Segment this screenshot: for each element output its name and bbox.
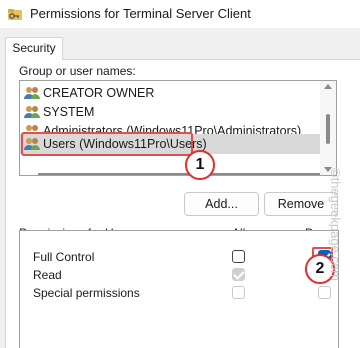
list-item-system[interactable]: SYSTEM (20, 102, 320, 121)
groups-label: Group or user names: (19, 64, 136, 78)
add-button[interactable]: Add... (184, 192, 259, 216)
window-title: Permissions for Terminal Server Client (30, 6, 251, 21)
special-deny-checkbox (318, 286, 331, 299)
scroll-thumb[interactable] (326, 114, 330, 144)
horizontal-scrollbar[interactable] (38, 173, 320, 175)
list-item-label: SYSTEM (43, 104, 95, 119)
vertical-scrollbar[interactable] (320, 81, 336, 175)
users-icon (24, 105, 40, 118)
full-control-allow-checkbox[interactable] (232, 250, 245, 263)
scroll-up-icon[interactable] (324, 84, 332, 89)
watermark-symbol: © (328, 168, 343, 178)
watermark: ©thegeekpage.com (328, 168, 343, 281)
permission-full-control: Full Control (33, 250, 95, 264)
annotation-badge-1: 1 (185, 150, 215, 180)
read-allow-checkbox (232, 268, 245, 281)
folder-key-icon (8, 9, 22, 20)
remove-button[interactable]: Remove (264, 192, 338, 216)
list-item-label: CREATOR OWNER (43, 85, 155, 100)
list-item-creator-owner[interactable]: CREATOR OWNER (20, 83, 320, 102)
tab-security[interactable]: Security (5, 37, 63, 60)
users-icon (24, 86, 40, 99)
special-allow-checkbox (232, 286, 245, 299)
users-highlight-box (21, 132, 193, 156)
permission-special: Special permissions (33, 286, 140, 300)
permission-read: Read (33, 268, 62, 282)
group-user-list[interactable]: CREATOR OWNER SYSTEM Administrators (Win… (19, 80, 337, 176)
watermark-text: thegeekpage.com (328, 177, 343, 281)
